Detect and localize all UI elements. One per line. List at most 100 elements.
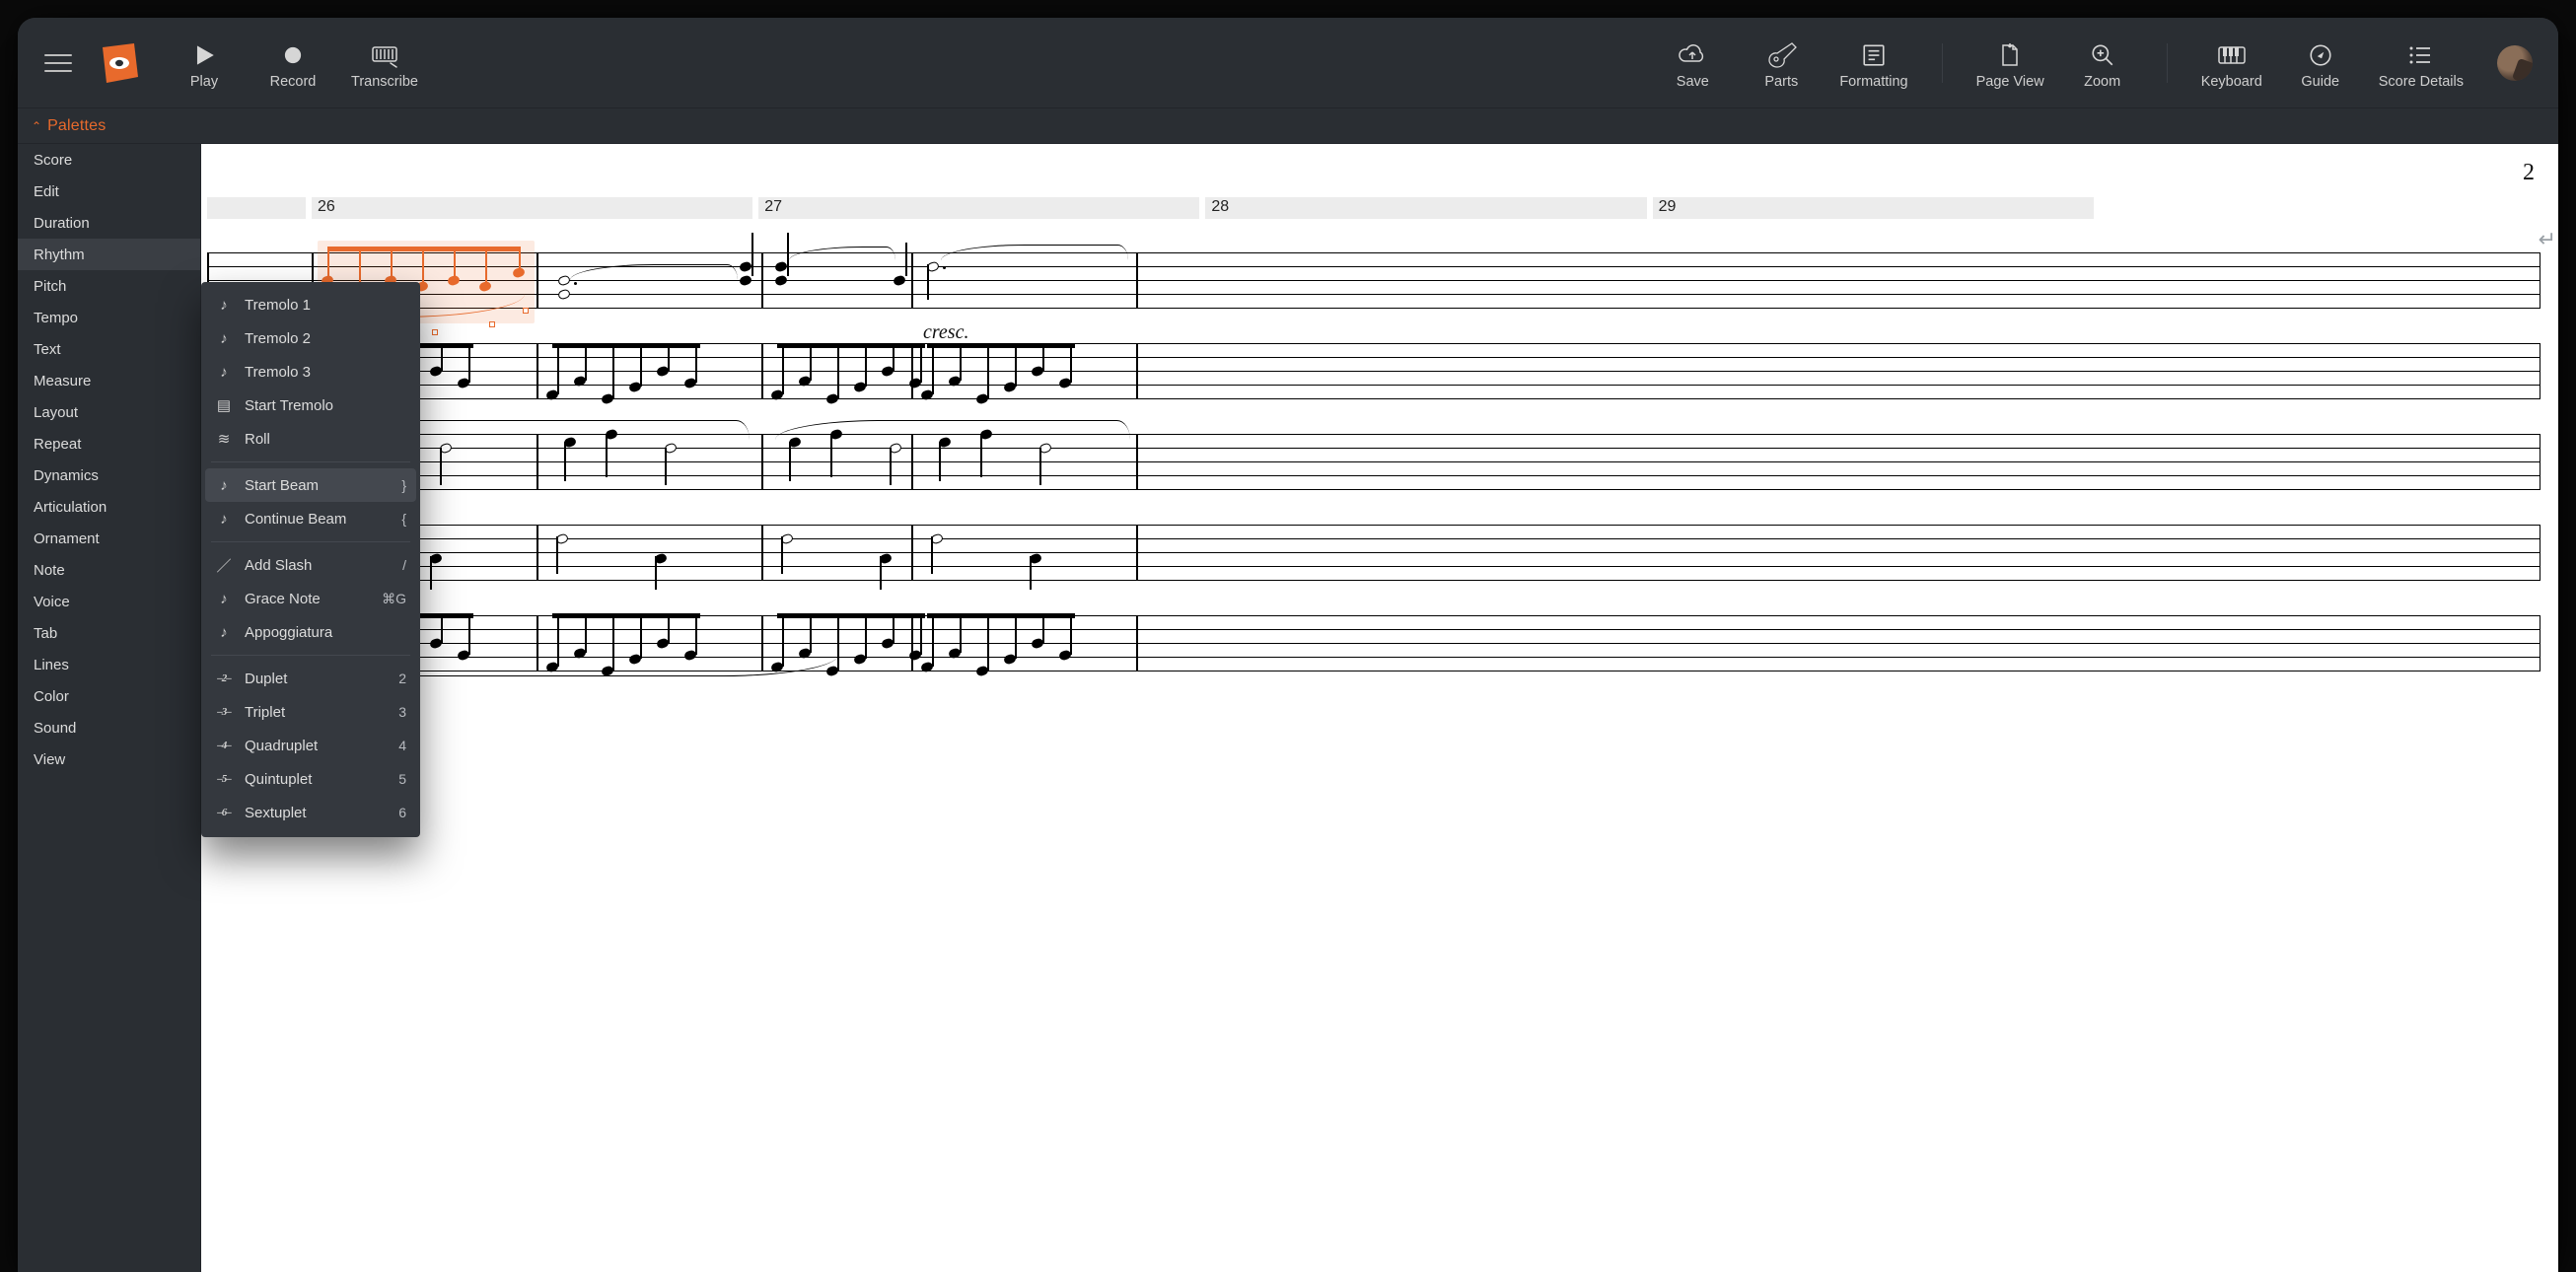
piano-icon bbox=[2217, 36, 2247, 74]
cresc-mark: cresc. bbox=[923, 321, 968, 344]
menu-item-label: Appoggiatura bbox=[245, 624, 394, 641]
staff[interactable] bbox=[207, 434, 2540, 489]
score-details-button[interactable]: Score Details bbox=[2379, 18, 2464, 108]
menu-item-shortcut: 6 bbox=[398, 805, 406, 820]
staff[interactable] bbox=[207, 615, 2540, 671]
sidebar-item-articulation[interactable]: Articulation bbox=[18, 491, 200, 523]
sidebar-item-label: Rhythm bbox=[34, 247, 85, 263]
ruler-segment[interactable] bbox=[207, 197, 306, 219]
parts-button[interactable]: Parts bbox=[1751, 18, 1812, 108]
keyboard-button[interactable]: Keyboard bbox=[2201, 18, 2262, 108]
sidebar-item-dynamics[interactable]: Dynamics bbox=[18, 459, 200, 491]
menu-item-triplet[interactable]: –3–Triplet3 bbox=[201, 695, 420, 729]
score-systems: cresc. [0,106,334,562,714] bbox=[207, 252, 2540, 671]
menu-item-label: Sextuplet bbox=[245, 805, 387, 821]
sidebar-item-repeat[interactable]: Repeat bbox=[18, 428, 200, 459]
menu-item-quintuplet[interactable]: –5–Quintuplet5 bbox=[201, 762, 420, 796]
sidebar-item-tempo[interactable]: Tempo bbox=[18, 302, 200, 333]
sidebar-item-duration[interactable]: Duration bbox=[18, 207, 200, 239]
menu-item-tremolo-3[interactable]: ♪Tremolo 3 bbox=[201, 355, 420, 389]
sidebar-item-label: Pitch bbox=[34, 278, 66, 295]
menu-item-label: Grace Note bbox=[245, 591, 370, 607]
transcribe-label: Transcribe bbox=[351, 74, 418, 90]
menu-item-roll[interactable]: ≋Roll bbox=[201, 422, 420, 456]
hamburger-icon[interactable] bbox=[36, 40, 81, 86]
menu-item-start-beam[interactable]: ♪Start Beam} bbox=[205, 468, 416, 502]
measure-ruler: 26 27 28 29 bbox=[207, 197, 2540, 221]
menu-item-add-slash[interactable]: ／Add Slash/ bbox=[201, 548, 420, 582]
sidebar-item-label: Text bbox=[34, 341, 61, 358]
page-view-button[interactable]: Page View bbox=[1976, 18, 2044, 108]
sidebar-item-sound[interactable]: Sound bbox=[18, 712, 200, 743]
rhythm-flyout-menu: ♪Tremolo 1♪Tremolo 2♪Tremolo 3▤Start Tre… bbox=[201, 282, 420, 837]
menu-item-icon: ♪ bbox=[215, 511, 233, 528]
menu-item-label: Quintuplet bbox=[245, 771, 387, 788]
app-logo[interactable] bbox=[97, 41, 140, 85]
sidebar-item-rhythm[interactable]: Rhythm bbox=[18, 239, 200, 270]
sidebar-item-layout[interactable]: Layout bbox=[18, 396, 200, 428]
ruler-segment[interactable]: 26 bbox=[312, 197, 752, 219]
sidebar-item-note[interactable]: Note bbox=[18, 554, 200, 586]
menu-item-label: Tremolo 2 bbox=[245, 330, 394, 347]
sidebar-item-ornament[interactable]: Ornament bbox=[18, 523, 200, 554]
measure-number: 26 bbox=[318, 198, 335, 216]
transcribe-button[interactable]: Transcribe bbox=[351, 18, 418, 108]
menu-item-icon: ♪ bbox=[215, 330, 233, 347]
menu-item-icon: –5– bbox=[215, 773, 233, 785]
menu-item-shortcut: 4 bbox=[398, 738, 406, 753]
menu-item-continue-beam[interactable]: ♪Continue Beam{ bbox=[201, 502, 420, 535]
sidebar-item-voice[interactable]: Voice bbox=[18, 586, 200, 617]
save-button[interactable]: Save bbox=[1662, 18, 1723, 108]
staff[interactable]: cresc. bbox=[207, 252, 2540, 308]
menu-item-icon: ♪ bbox=[215, 477, 233, 494]
menu-item-quadruplet[interactable]: –4– Quadruplet 4 bbox=[201, 729, 420, 762]
measure-number: 28 bbox=[1211, 198, 1229, 216]
menu-item-tremolo-1[interactable]: ♪Tremolo 1 bbox=[201, 288, 420, 321]
record-button[interactable]: Record bbox=[262, 18, 323, 108]
formatting-button[interactable]: Formatting bbox=[1839, 18, 1907, 108]
transcribe-icon bbox=[370, 36, 399, 74]
menu-item-start-tremolo[interactable]: ▤Start Tremolo bbox=[201, 389, 420, 422]
sidebar-item-edit[interactable]: Edit bbox=[18, 176, 200, 207]
menu-item-icon: –2– bbox=[215, 672, 233, 684]
menu-item-tremolo-2[interactable]: ♪ Tremolo 2 bbox=[201, 321, 420, 355]
sidebar-item-pitch[interactable]: Pitch bbox=[18, 270, 200, 302]
play-button[interactable]: Play bbox=[174, 18, 235, 108]
staff[interactable]: [0,106,334,562,714] bbox=[207, 343, 2540, 398]
zoom-button[interactable]: Zoom bbox=[2072, 18, 2133, 108]
ruler-segment[interactable]: 27 bbox=[758, 197, 1199, 219]
guide-button[interactable]: Guide bbox=[2290, 18, 2351, 108]
sidebar-item-lines[interactable]: Lines bbox=[18, 649, 200, 680]
menu-item-icon: –4– bbox=[215, 740, 233, 751]
score-details-label: Score Details bbox=[2379, 74, 2464, 90]
sidebar-item-color[interactable]: Color bbox=[18, 680, 200, 712]
menu-item-label: Quadruplet bbox=[245, 738, 387, 754]
menu-item-label: Tremolo 3 bbox=[245, 364, 394, 381]
menu-item-shortcut: } bbox=[401, 477, 406, 493]
main-area: ScoreEditDuration Rhythm Pitch Tempo Text Mea… bbox=[18, 144, 2558, 1272]
sidebar-item-label: Tab bbox=[34, 625, 57, 642]
sidebar-item-text[interactable]: Text bbox=[18, 333, 200, 365]
play-label: Play bbox=[190, 74, 218, 90]
palettes-header[interactable]: ⌃ Palettes bbox=[18, 108, 2558, 144]
menu-item-icon: ≋ bbox=[215, 430, 233, 448]
menu-item-appoggiatura[interactable]: ♪Appoggiatura bbox=[201, 615, 420, 649]
measure-number: 29 bbox=[1659, 198, 1677, 216]
menu-item-shortcut: { bbox=[401, 511, 406, 527]
menu-item-sextuplet[interactable]: –6–Sextuplet6 bbox=[201, 796, 420, 829]
sidebar-item-tab[interactable]: Tab bbox=[18, 617, 200, 649]
sidebar-item-measure[interactable]: Measure bbox=[18, 365, 200, 396]
score-page[interactable]: 2 26 27 28 29 ↵ bbox=[201, 144, 2558, 1272]
menu-item-duplet[interactable]: –2–Duplet2 bbox=[201, 662, 420, 695]
staff[interactable] bbox=[207, 525, 2540, 580]
sidebar-item-label: Measure bbox=[34, 373, 91, 389]
ruler-segment[interactable]: 28 bbox=[1205, 197, 1646, 219]
user-avatar[interactable] bbox=[2497, 45, 2533, 81]
sidebar-item-view[interactable]: View bbox=[18, 743, 200, 775]
menu-item-icon: ♪ bbox=[215, 297, 233, 314]
measure-number: 27 bbox=[764, 198, 782, 216]
sidebar-item-score[interactable]: Score bbox=[18, 144, 200, 176]
menu-separator bbox=[211, 461, 410, 462]
ruler-segment[interactable]: 29 bbox=[1653, 197, 2094, 219]
menu-item-grace-note[interactable]: ♪Grace Note⌘G bbox=[201, 582, 420, 615]
